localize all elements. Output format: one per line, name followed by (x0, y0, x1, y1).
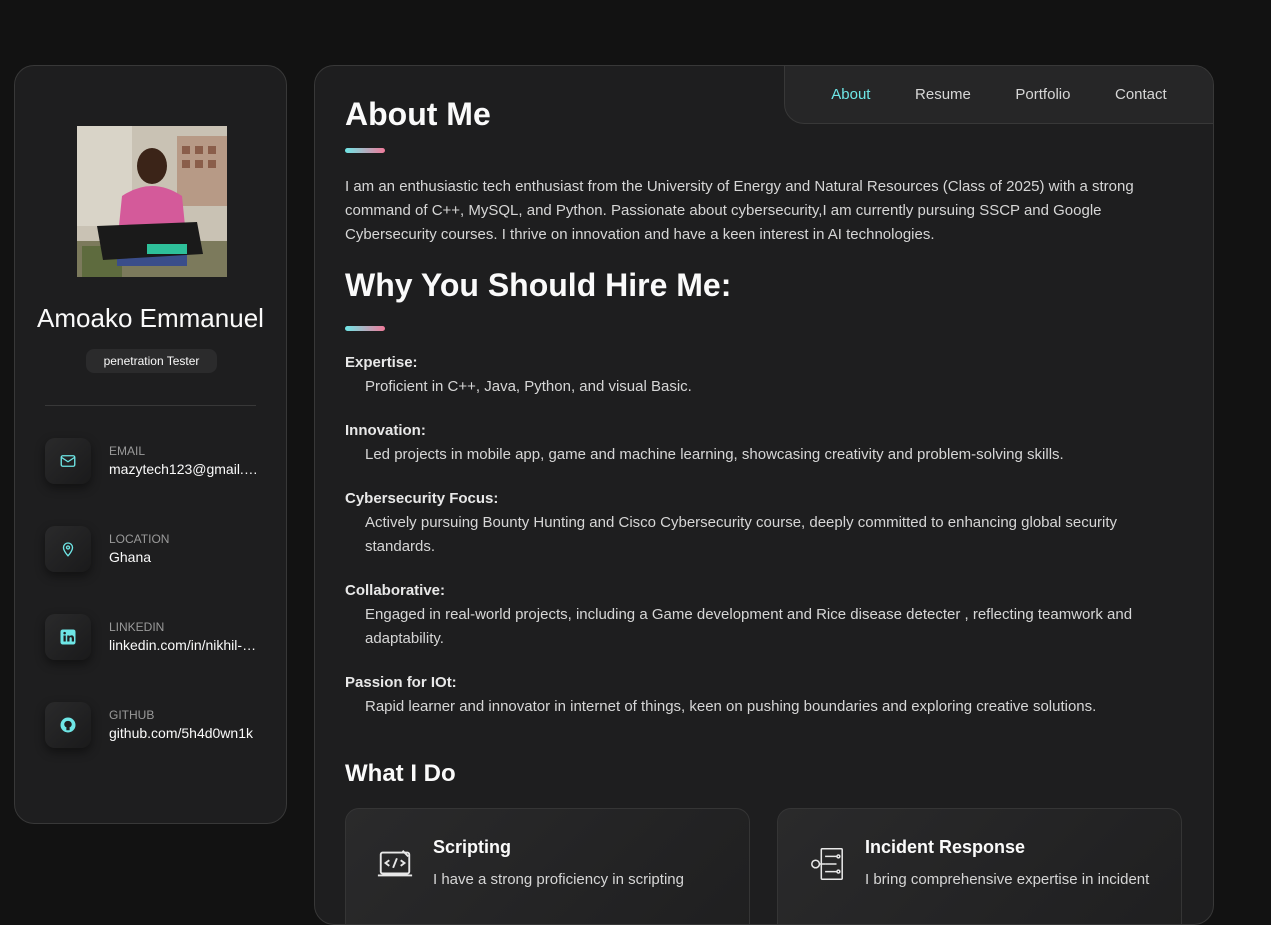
hire-point: Passion for IOt: Rapid learner and innov… (345, 671, 1165, 719)
hire-point: Innovation: Led projects in mobile app, … (345, 419, 1165, 467)
service-card-incident-response: Incident Response I bring comprehensive … (777, 808, 1182, 924)
service-title: Scripting (433, 837, 512, 857)
github-icon (45, 702, 91, 748)
point-title: Expertise: (345, 354, 418, 371)
mail-icon (45, 438, 91, 484)
service-card-scripting: Scripting I have a strong proficiency in… (345, 808, 750, 924)
contact-linkedin: LinkedIn linkedin.com/in/nikhil-kumar (45, 614, 265, 662)
contact-github: Github github.com/5h4d0wn1k (45, 702, 265, 750)
avatar (77, 126, 227, 277)
location-value: Ghana (109, 549, 152, 565)
title-underline (345, 326, 385, 331)
hire-point: Collaborative: Engaged in real-world pro… (345, 579, 1165, 651)
nav-resume[interactable]: Resume (915, 86, 971, 103)
profile-name: Amoako Emmanuel (37, 303, 264, 333)
contact-email: Email mazytech123@gmail.com (45, 438, 265, 486)
contact-label: Github (109, 708, 155, 722)
navbar: About Resume Portfolio Contact (784, 66, 1213, 124)
point-text: Rapid learner and innovator in internet … (365, 698, 1097, 715)
contact-label: LinkedIn (109, 620, 165, 634)
services-title: What I Do (345, 760, 456, 787)
nav-contact[interactable]: Contact (1115, 86, 1167, 103)
hire-title: Why You Should Hire Me: (345, 267, 732, 303)
point-text: Actively pursuing Bounty Hunting and Cis… (365, 514, 1118, 555)
contact-location: Location Ghana (45, 526, 265, 574)
point-text: Proficient in C++, Java, Python, and vis… (365, 378, 692, 395)
point-title: Innovation: (345, 422, 426, 439)
avatar-photo (77, 126, 227, 277)
point-title: Cybersecurity Focus: (345, 490, 499, 507)
about-title: About Me (345, 96, 491, 132)
linkedin-link[interactable]: linkedin.com/in/nikhil-kumar (109, 637, 261, 653)
service-text: I bring comprehensive expertise in incid… (865, 871, 1150, 888)
title-underline (345, 148, 385, 153)
contact-label: Email (109, 444, 146, 458)
hire-point: Cybersecurity Focus: Actively pursuing B… (345, 487, 1165, 559)
point-text: Led projects in mobile app, game and mac… (365, 446, 1064, 463)
email-link[interactable]: mazytech123@gmail.com (109, 461, 261, 477)
nav-about[interactable]: About (831, 86, 870, 103)
location-pin-icon (45, 526, 91, 572)
contact-label: Location (109, 532, 170, 546)
role-badge: penetration Tester (86, 349, 217, 373)
sidebar-divider (45, 405, 256, 406)
about-text: I am an enthusiastic tech enthusiast fro… (345, 178, 1134, 243)
point-title: Collaborative: (345, 582, 446, 599)
point-title: Passion for IOt: (345, 674, 457, 691)
linkedin-icon (45, 614, 91, 660)
sidebar: Amoako Emmanuel penetration Tester Email… (14, 65, 287, 824)
scripting-icon (377, 850, 413, 877)
incident-response-icon (811, 848, 843, 880)
service-text: I have a strong proficiency in scripting (433, 871, 684, 888)
hire-point: Expertise: Proficient in C++, Java, Pyth… (345, 351, 1165, 399)
service-title: Incident Response (865, 837, 1026, 857)
github-link[interactable]: github.com/5h4d0wn1k (109, 725, 261, 741)
point-text: Engaged in real-world projects, includin… (365, 606, 1133, 647)
main-content: About Resume Portfolio Contact About Me … (314, 65, 1214, 925)
nav-portfolio[interactable]: Portfolio (1015, 86, 1070, 103)
